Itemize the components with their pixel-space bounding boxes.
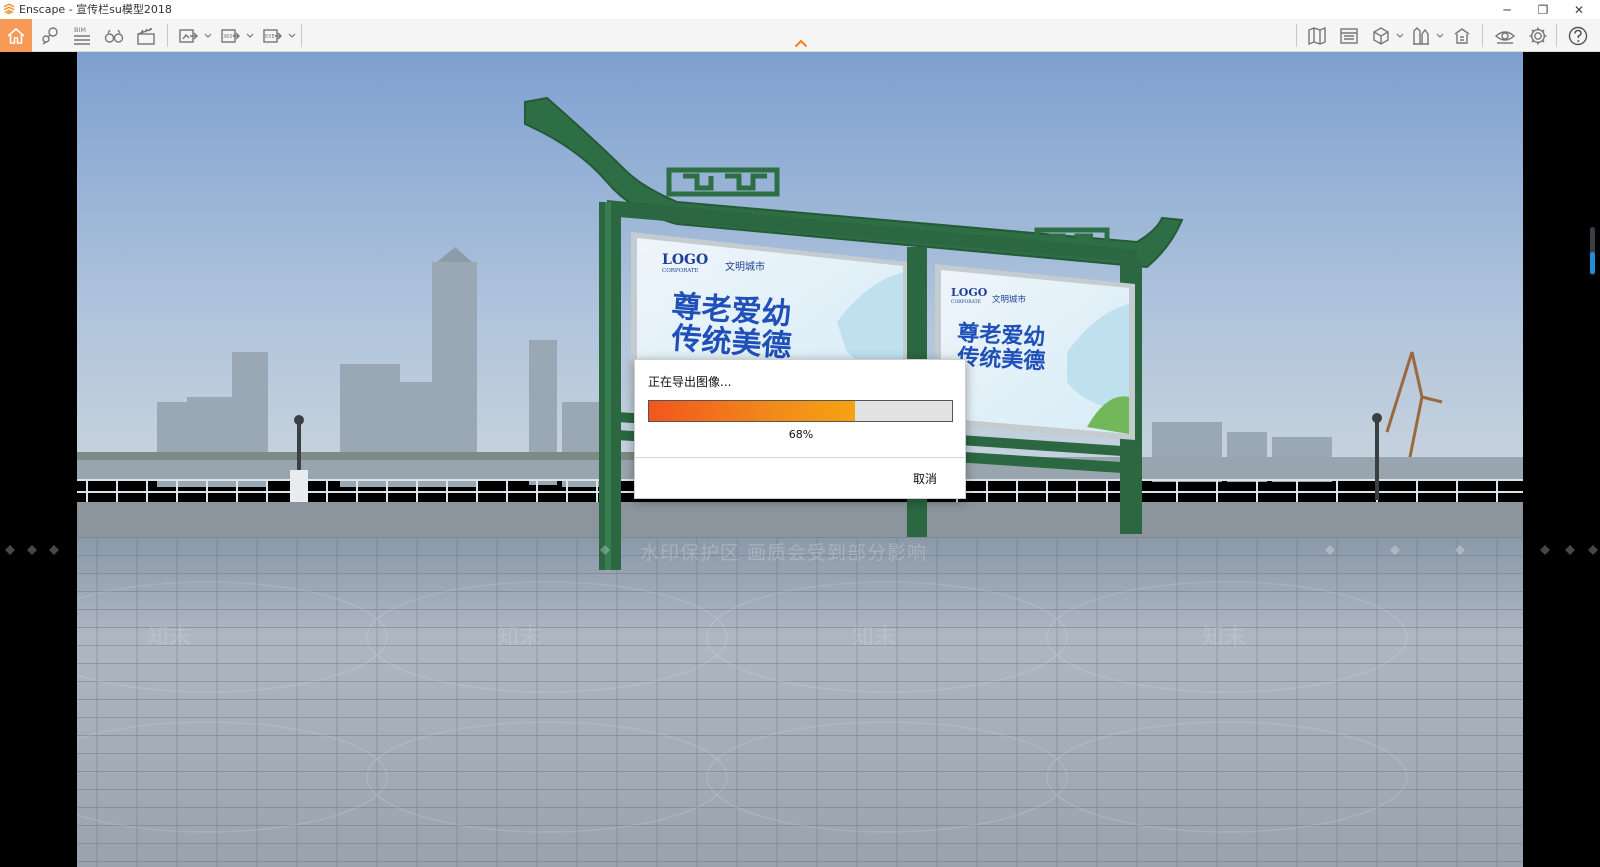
panorama-360-icon: 360°	[221, 28, 240, 43]
settings-button[interactable]	[1523, 21, 1553, 50]
asset-library-button[interactable]	[1406, 21, 1436, 50]
toolbar-separator	[1556, 24, 1557, 47]
window-title-bar: Enscape - 宣传栏su模型2018 ─ ❐ ✕	[0, 0, 1600, 19]
help-button[interactable]	[1563, 21, 1593, 50]
map-icon	[1308, 26, 1326, 45]
faint-mark: 知末	[497, 625, 541, 650]
video-editor-button[interactable]	[131, 21, 161, 50]
visual-settings-button[interactable]	[1490, 21, 1520, 50]
toolbar-separator	[167, 24, 168, 47]
toolbar-separator	[1482, 24, 1483, 47]
exe-export-icon: EXE	[263, 28, 282, 43]
poster-right-logo: LOGO	[951, 286, 988, 299]
dialog-divider	[635, 457, 965, 458]
upload-button[interactable]	[1447, 21, 1477, 50]
faint-mark: 知末	[147, 625, 191, 650]
screenshot-export-button[interactable]	[173, 21, 203, 50]
exe-export-button[interactable]: EXE	[257, 21, 287, 50]
visual-settings-icon	[1494, 30, 1516, 44]
export-progress-fill	[649, 401, 856, 421]
minimize-button[interactable]: ─	[1489, 0, 1525, 19]
toolbar: BIM 360° EXE	[0, 19, 1600, 52]
gallery-button[interactable]	[1334, 21, 1364, 50]
bim-button[interactable]: BIM	[67, 21, 97, 50]
walk-binoculars-button[interactable]	[99, 21, 129, 50]
chevron-down-icon[interactable]	[1436, 31, 1444, 39]
pano-label: 360°	[223, 34, 236, 40]
poster-right-corporate: CORPORATE	[951, 299, 981, 305]
progress-percent: 68%	[788, 428, 814, 441]
window-title: Enscape - 宣传栏su模型2018	[19, 3, 172, 16]
restore-button[interactable]: ❐	[1525, 0, 1561, 19]
binoculars-icon	[104, 29, 124, 43]
chevron-down-icon[interactable]	[288, 31, 296, 39]
dialog-message: 正在导出图像...	[648, 375, 732, 389]
close-icon: ✕	[1573, 2, 1585, 17]
restore-icon: ❐	[1537, 2, 1549, 17]
close-button[interactable]: ✕	[1561, 0, 1597, 19]
poster-right-headline-2: 传统美德	[956, 344, 1046, 375]
help-icon	[1568, 26, 1588, 45]
poster-left-corporate: CORPORATE	[662, 268, 699, 274]
view-cube-icon	[1373, 26, 1389, 45]
bim-icon: BIM	[74, 26, 90, 45]
panorama-export-button[interactable]: 360°	[215, 21, 245, 50]
faint-mark: 知末	[1202, 625, 1246, 650]
asset-library-icon	[1413, 26, 1429, 45]
cancel-button[interactable]: 取消	[897, 466, 953, 490]
faint-mark: 知末	[852, 625, 896, 650]
waypoint-icon	[42, 26, 58, 45]
upload-icon	[1454, 27, 1470, 44]
poster-left-tag: 文明城市	[725, 260, 765, 273]
chevron-down-icon[interactable]	[204, 31, 212, 39]
waypoint-button[interactable]	[35, 21, 65, 50]
toolbar-separator	[1296, 24, 1297, 47]
home-button[interactable]	[0, 19, 32, 52]
side-scrollbar-thumb[interactable]	[1590, 252, 1595, 274]
view-cube-button[interactable]	[1366, 21, 1396, 50]
settings-gear-icon	[1529, 27, 1547, 44]
chevron-up-icon[interactable]	[794, 39, 808, 48]
export-progress-dialog: 正在导出图像... 68% 取消	[634, 359, 966, 499]
map-button[interactable]	[1302, 21, 1332, 50]
watermark-notice: 水印保护区 画质会受到部分影响	[640, 542, 928, 564]
minimize-icon: ─	[1503, 2, 1511, 17]
bim-label: BIM	[74, 26, 86, 34]
poster-right-tag: 文明城市	[992, 294, 1027, 305]
poster-left-logo: LOGO	[662, 252, 708, 268]
enscape-logo-icon	[4, 3, 14, 15]
toolbar-separator	[301, 24, 302, 47]
chevron-down-icon[interactable]	[246, 31, 254, 39]
export-progress-bar	[648, 400, 953, 422]
clapper-icon	[137, 27, 155, 45]
home-icon	[7, 27, 25, 44]
exe-label: EXE	[265, 34, 275, 40]
screenshot-export-icon	[179, 28, 198, 43]
chevron-down-icon[interactable]	[1396, 31, 1404, 39]
gallery-icon	[1340, 27, 1358, 44]
